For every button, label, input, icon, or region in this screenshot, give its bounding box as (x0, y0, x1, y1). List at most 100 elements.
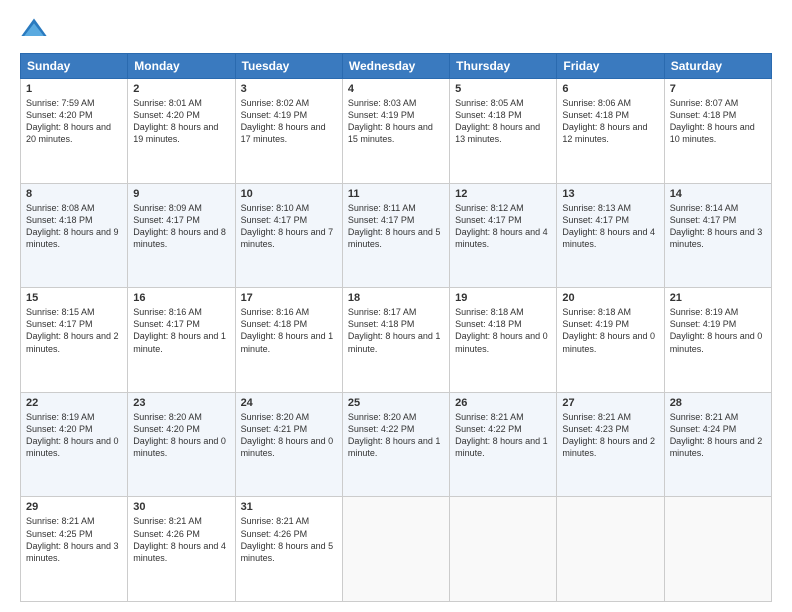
day-header-wednesday: Wednesday (342, 54, 449, 79)
day-number: 1 (26, 83, 122, 95)
calendar-cell (557, 497, 664, 602)
day-number: 20 (562, 292, 658, 304)
cell-details: Sunrise: 8:20 AMSunset: 4:20 PMDaylight:… (133, 411, 229, 460)
cell-details: Sunrise: 8:05 AMSunset: 4:18 PMDaylight:… (455, 97, 551, 146)
calendar-cell: 1 Sunrise: 7:59 AMSunset: 4:20 PMDaylight… (21, 79, 128, 184)
cell-details: Sunrise: 8:01 AMSunset: 4:20 PMDaylight:… (133, 97, 229, 146)
cell-details: Sunrise: 8:19 AMSunset: 4:19 PMDaylight:… (670, 306, 766, 355)
cell-details: Sunrise: 8:14 AMSunset: 4:17 PMDaylight:… (670, 202, 766, 251)
calendar-table: SundayMondayTuesdayWednesdayThursdayFrid… (20, 53, 772, 602)
calendar-cell: 16 Sunrise: 8:16 AMSunset: 4:17 PMDayligh… (128, 288, 235, 393)
calendar-cell: 10Sunrise: 8:10 AMSunset: 4:17 PMDayligh… (235, 183, 342, 288)
calendar-cell: 3 Sunrise: 8:02 AMSunset: 4:19 PMDaylight… (235, 79, 342, 184)
calendar-cell: 25 Sunrise: 8:20 AMSunset: 4:22 PMDayligh… (342, 392, 449, 497)
week-row-4: 22 Sunrise: 8:19 AMSunset: 4:20 PMDayligh… (21, 392, 772, 497)
cell-details: Sunrise: 8:21 AMSunset: 4:23 PMDaylight:… (562, 411, 658, 460)
cell-details: Sunrise: 8:20 AMSunset: 4:22 PMDaylight:… (348, 411, 444, 460)
calendar-cell: 14Sunrise: 8:14 AMSunset: 4:17 PMDayligh… (664, 183, 771, 288)
cell-details: Sunrise: 8:21 AMSunset: 4:24 PMDaylight:… (670, 411, 766, 460)
cell-details: Sunrise: 8:16 AMSunset: 4:17 PMDaylight:… (133, 306, 229, 355)
calendar-cell: 8 Sunrise: 8:08 AMSunset: 4:18 PMDaylight… (21, 183, 128, 288)
calendar-cell: 20 Sunrise: 8:18 AMSunset: 4:19 PMDayligh… (557, 288, 664, 393)
day-header-tuesday: Tuesday (235, 54, 342, 79)
cell-details: Sunrise: 8:20 AMSunset: 4:21 PMDaylight:… (241, 411, 337, 460)
calendar-cell: 21 Sunrise: 8:19 AMSunset: 4:19 PMDayligh… (664, 288, 771, 393)
calendar-cell: 7 Sunrise: 8:07 AMSunset: 4:18 PMDaylight… (664, 79, 771, 184)
day-header-sunday: Sunday (21, 54, 128, 79)
calendar-cell: 15 Sunrise: 8:15 AMSunset: 4:17 PMDayligh… (21, 288, 128, 393)
calendar-cell: 28 Sunrise: 8:21 AMSunset: 4:24 PMDayligh… (664, 392, 771, 497)
calendar-cell: 9 Sunrise: 8:09 AMSunset: 4:17 PMDaylight… (128, 183, 235, 288)
day-number: 22 (26, 397, 122, 409)
day-number: 25 (348, 397, 444, 409)
cell-details: Sunrise: 8:03 AMSunset: 4:19 PMDaylight:… (348, 97, 444, 146)
cell-details: Sunrise: 8:19 AMSunset: 4:20 PMDaylight:… (26, 411, 122, 460)
week-row-5: 29 Sunrise: 8:21 AMSunset: 4:25 PMDayligh… (21, 497, 772, 602)
day-number: 29 (26, 501, 122, 513)
week-row-3: 15 Sunrise: 8:15 AMSunset: 4:17 PMDayligh… (21, 288, 772, 393)
day-number: 27 (562, 397, 658, 409)
cell-details: Sunrise: 8:21 AMSunset: 4:25 PMDaylight:… (26, 515, 122, 564)
day-number: 17 (241, 292, 337, 304)
cell-details: Sunrise: 8:07 AMSunset: 4:18 PMDaylight:… (670, 97, 766, 146)
calendar-cell: 27 Sunrise: 8:21 AMSunset: 4:23 PMDayligh… (557, 392, 664, 497)
day-number: 15 (26, 292, 122, 304)
cell-details: Sunrise: 8:02 AMSunset: 4:19 PMDaylight:… (241, 97, 337, 146)
calendar-cell: 29 Sunrise: 8:21 AMSunset: 4:25 PMDayligh… (21, 497, 128, 602)
header (20, 15, 772, 43)
day-number: 8 (26, 188, 122, 200)
day-number: 12 (455, 188, 551, 200)
cell-details: Sunrise: 8:21 AMSunset: 4:26 PMDaylight:… (133, 515, 229, 564)
day-number: 4 (348, 83, 444, 95)
logo-icon (20, 15, 48, 43)
cell-details: Sunrise: 8:16 AMSunset: 4:18 PMDaylight:… (241, 306, 337, 355)
calendar-cell: 5Sunrise: 8:05 AMSunset: 4:18 PMDaylight… (450, 79, 557, 184)
cell-details: Sunrise: 8:08 AMSunset: 4:18 PMDaylight:… (26, 202, 122, 251)
day-number: 16 (133, 292, 229, 304)
cell-details: Sunrise: 8:15 AMSunset: 4:17 PMDaylight:… (26, 306, 122, 355)
cell-details: Sunrise: 8:11 AMSunset: 4:17 PMDaylight:… (348, 202, 444, 251)
cell-details: Sunrise: 8:09 AMSunset: 4:17 PMDaylight:… (133, 202, 229, 251)
cell-details: Sunrise: 8:06 AMSunset: 4:18 PMDaylight:… (562, 97, 658, 146)
calendar-cell: 26Sunrise: 8:21 AMSunset: 4:22 PMDayligh… (450, 392, 557, 497)
day-header-monday: Monday (128, 54, 235, 79)
day-number: 30 (133, 501, 229, 513)
day-number: 9 (133, 188, 229, 200)
day-number: 13 (562, 188, 658, 200)
day-header-thursday: Thursday (450, 54, 557, 79)
calendar-cell: 12 Sunrise: 8:12 AMSunset: 4:17 PMDayligh… (450, 183, 557, 288)
day-number: 18 (348, 292, 444, 304)
day-header-friday: Friday (557, 54, 664, 79)
calendar-cell: 2Sunrise: 8:01 AMSunset: 4:20 PMDaylight… (128, 79, 235, 184)
cell-details: Sunrise: 8:21 AMSunset: 4:26 PMDaylight:… (241, 515, 337, 564)
calendar-cell: 6 Sunrise: 8:06 AMSunset: 4:18 PMDaylight… (557, 79, 664, 184)
day-header-saturday: Saturday (664, 54, 771, 79)
header-row: SundayMondayTuesdayWednesdayThursdayFrid… (21, 54, 772, 79)
day-number: 11 (348, 188, 444, 200)
day-number: 24 (241, 397, 337, 409)
cell-details: Sunrise: 8:21 AMSunset: 4:22 PMDaylight:… (455, 411, 551, 460)
day-number: 21 (670, 292, 766, 304)
cell-details: Sunrise: 8:12 AMSunset: 4:17 PMDaylight:… (455, 202, 551, 251)
calendar-cell: 30 Sunrise: 8:21 AMSunset: 4:26 PMDayligh… (128, 497, 235, 602)
cell-details: Sunrise: 8:13 AMSunset: 4:17 PMDaylight:… (562, 202, 658, 251)
day-number: 7 (670, 83, 766, 95)
day-number: 19 (455, 292, 551, 304)
day-number: 3 (241, 83, 337, 95)
calendar-cell: 22 Sunrise: 8:19 AMSunset: 4:20 PMDayligh… (21, 392, 128, 497)
cell-details: Sunrise: 7:59 AMSunset: 4:20 PMDaylight:… (26, 97, 122, 146)
logo (20, 15, 52, 43)
calendar-cell: 4 Sunrise: 8:03 AMSunset: 4:19 PMDaylight… (342, 79, 449, 184)
day-number: 6 (562, 83, 658, 95)
week-row-2: 8 Sunrise: 8:08 AMSunset: 4:18 PMDaylight… (21, 183, 772, 288)
page: SundayMondayTuesdayWednesdayThursdayFrid… (0, 0, 792, 612)
cell-details: Sunrise: 8:10 AMSunset: 4:17 PMDaylight:… (241, 202, 337, 251)
cell-details: Sunrise: 8:18 AMSunset: 4:18 PMDaylight:… (455, 306, 551, 355)
calendar-cell: 11 Sunrise: 8:11 AMSunset: 4:17 PMDayligh… (342, 183, 449, 288)
calendar-cell: 19 Sunrise: 8:18 AMSunset: 4:18 PMDayligh… (450, 288, 557, 393)
calendar-cell: 17 Sunrise: 8:16 AMSunset: 4:18 PMDayligh… (235, 288, 342, 393)
calendar-cell: 23Sunrise: 8:20 AMSunset: 4:20 PMDayligh… (128, 392, 235, 497)
cell-details: Sunrise: 8:18 AMSunset: 4:19 PMDaylight:… (562, 306, 658, 355)
day-number: 28 (670, 397, 766, 409)
calendar-cell: 31Sunrise: 8:21 AMSunset: 4:26 PMDayligh… (235, 497, 342, 602)
